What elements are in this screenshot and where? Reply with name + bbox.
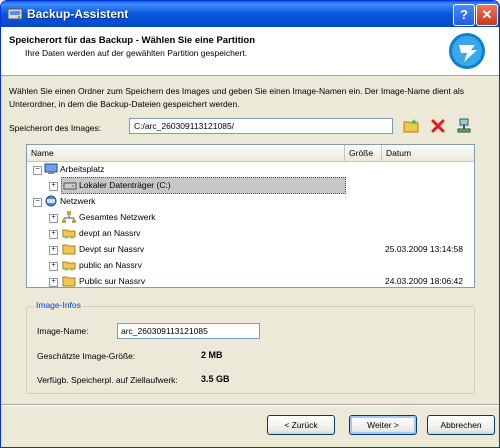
window-title: Backup-Assistent xyxy=(27,7,129,21)
image-info-legend: Image-Infos xyxy=(34,300,83,310)
folder-tree[interactable]: Name Größe Datum − Arbeitsplatz + Lokale… xyxy=(26,144,475,288)
column-name[interactable]: Name xyxy=(27,145,345,161)
image-name-input[interactable]: arc_260309113121085 xyxy=(117,323,260,339)
expand-toggle[interactable]: + xyxy=(49,230,58,239)
app-icon xyxy=(7,8,23,20)
acronis-logo-icon xyxy=(449,33,485,69)
close-button[interactable]: ✕ xyxy=(476,4,498,26)
free-space-label: Verfügb. Speicherpl. auf Ziellaufwerk: xyxy=(37,375,178,385)
delete-icon[interactable] xyxy=(430,118,446,134)
expand-toggle[interactable]: + xyxy=(49,246,58,255)
tree-item-public-sur-nassrv[interactable]: Public sur Nassrv xyxy=(79,273,145,289)
instruction-text: Wählen Sie einen Ordner zum Speichern de… xyxy=(9,86,464,109)
title-bar[interactable]: Backup-Assistent ? ✕ xyxy=(1,1,499,27)
item-date: 24.03.2009 18:06:42 xyxy=(385,276,463,286)
wizard-header: Speicherort für das Backup - Wählen Sie … xyxy=(1,27,499,76)
tree-item-entire-network[interactable]: Gesamtes Netzwerk xyxy=(79,209,156,225)
back-button[interactable]: < Zurück xyxy=(267,415,335,435)
free-space-value: 3.5 GB xyxy=(201,374,230,384)
expand-toggle[interactable]: + xyxy=(49,214,58,223)
network-drive-icon xyxy=(62,229,76,239)
drive-icon xyxy=(63,182,77,190)
tree-header: Name Größe Datum xyxy=(27,145,474,162)
image-size-label: Geschätzte Image-Größe: xyxy=(37,351,136,361)
image-name-label: Image-Name: xyxy=(37,326,89,336)
folder-icon xyxy=(62,276,76,287)
tree-item-public-an-nassrv[interactable]: public an Nassrv xyxy=(79,257,142,273)
computer-icon xyxy=(44,163,58,174)
network-connect-icon[interactable] xyxy=(456,118,472,134)
expand-toggle[interactable]: + xyxy=(49,262,58,271)
image-size-value: 2 MB xyxy=(201,350,223,360)
item-date: 25.03.2009 13:14:58 xyxy=(385,244,463,254)
page-subtitle: Ihre Daten werden auf der gewählten Part… xyxy=(25,48,248,58)
network-drive-icon xyxy=(62,261,76,271)
column-size[interactable]: Größe xyxy=(345,145,382,161)
footer-divider xyxy=(1,404,499,406)
column-date[interactable]: Datum xyxy=(382,145,474,161)
tree-item-devpt-an-nassrv[interactable]: devpt an Nassrv xyxy=(79,225,140,241)
backup-wizard-window: Backup-Assistent ? ✕ Speicherort für das… xyxy=(0,0,500,448)
tree-item-devpt-sur-nassrv[interactable]: Devpt sur Nassrv xyxy=(79,241,144,257)
help-button[interactable]: ? xyxy=(453,4,475,26)
path-input[interactable]: C:/arc_260309113121085/ xyxy=(129,118,393,134)
network-icon xyxy=(45,195,57,207)
tree-item-arbeitsplatz[interactable]: Arbeitsplatz xyxy=(60,161,104,177)
next-button[interactable]: Weiter > xyxy=(349,415,417,435)
tree-item-local-drive[interactable]: Lokaler Datenträger (C:) xyxy=(79,177,171,193)
path-label: Speicherort des Images: xyxy=(9,123,102,133)
page-title: Speicherort für das Backup - Wählen Sie … xyxy=(9,35,255,46)
entire-network-icon xyxy=(62,211,76,223)
new-folder-icon[interactable] xyxy=(403,118,419,134)
tree-item-netzwerk[interactable]: Netzwerk xyxy=(60,193,95,209)
expand-toggle[interactable]: + xyxy=(49,182,58,191)
collapse-toggle[interactable]: − xyxy=(33,198,42,207)
expand-toggle[interactable]: + xyxy=(49,278,58,287)
cancel-button[interactable]: Abbrechen xyxy=(427,415,495,435)
collapse-toggle[interactable]: − xyxy=(33,166,42,175)
folder-icon xyxy=(62,244,76,255)
